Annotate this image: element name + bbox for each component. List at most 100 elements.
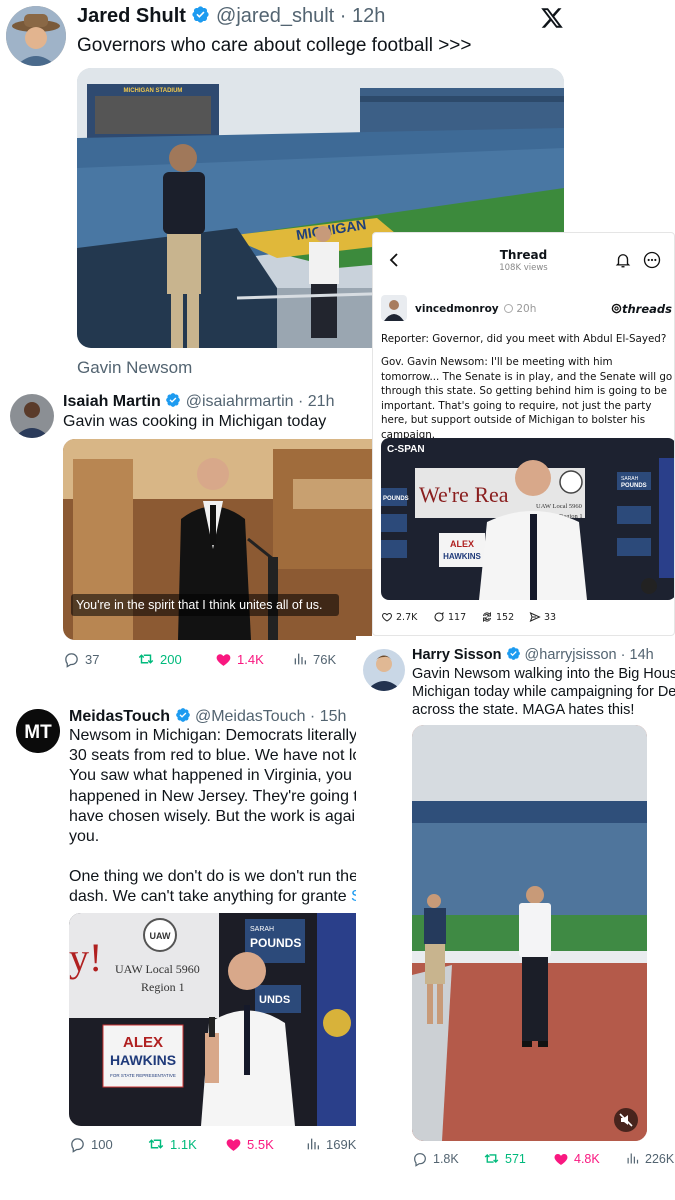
tweet-actions: 100 1.1K 5.5K 169K [69, 1135, 356, 1153]
repost-icon [147, 1135, 165, 1153]
reply-icon [63, 651, 80, 668]
walking-video-frame [412, 725, 647, 1141]
svg-text:UNDS: UNDS [259, 994, 290, 1006]
tweet-text: Gavin was cooking in Michigan today [63, 413, 327, 430]
thread-repost-button[interactable]: 152 [481, 611, 529, 623]
repost-button[interactable]: 200 [137, 650, 215, 668]
views-button[interactable]: 76K [292, 651, 352, 667]
author-name[interactable]: Isaiah Martin [63, 393, 161, 410]
timestamp[interactable]: 21h [308, 393, 335, 410]
uaw-logo-text: UAW [150, 931, 172, 941]
text-line [69, 847, 356, 867]
avatar[interactable]: MT [16, 709, 60, 753]
hawkins-sign-top: ALEX [123, 1034, 163, 1051]
comment-icon [434, 611, 444, 622]
svg-text:POUNDS: POUNDS [383, 496, 409, 502]
hawkins-sign-bottom: HAWKINS [110, 1052, 176, 1068]
author-handle[interactable]: @MeidasTouch [195, 708, 306, 725]
like-icon [215, 651, 232, 668]
thread-share-button[interactable]: 33 [529, 611, 569, 623]
author-handle[interactable]: @jared_shult [216, 5, 334, 27]
repost-button[interactable]: 1.1K [147, 1135, 225, 1153]
author-handle[interactable]: @harryjsisson [525, 647, 617, 663]
thread-like-button[interactable]: 2.7K [381, 611, 433, 623]
rally-photo[interactable]: y! UAW UAW Local 5960 Region 1 SARAH POU… [69, 913, 356, 1126]
avatar[interactable] [10, 394, 54, 438]
more-icon[interactable] [642, 250, 662, 270]
rally-image: y! UAW UAW Local 5960 Region 1 SARAH POU… [69, 913, 356, 1126]
thread-comment-button[interactable]: 117 [433, 611, 481, 623]
timestamp[interactable]: 15h [320, 708, 347, 725]
like-count: 5.5K [247, 1136, 274, 1152]
text-line: across the state. MAGA hates this! [412, 702, 635, 718]
tweet-text: Gavin Newsom walking into the Big House … [412, 665, 675, 719]
timestamp[interactable]: 12h [352, 5, 385, 27]
media-caption: Gavin Newsom [77, 358, 193, 377]
avatar[interactable] [363, 649, 405, 691]
timestamp[interactable]: 14h [630, 647, 654, 663]
verified-badge-icon [165, 392, 181, 408]
threads-logo-icon [611, 303, 622, 314]
text-line: Newsom in Michigan: Democrats literally [69, 727, 356, 744]
mute-icon [619, 1113, 633, 1127]
views-icon [625, 1151, 640, 1166]
avatar-photo [10, 394, 54, 438]
tweet-actions: 1.8K 571 4.8K 226K [412, 1150, 675, 1167]
repost-icon [483, 1150, 500, 1167]
uaw-local-text: UAW Local 5960 [115, 962, 200, 976]
author-name[interactable]: Harry Sisson [412, 647, 501, 663]
reply-count: 100 [91, 1136, 113, 1152]
svg-text:SARAH: SARAH [250, 926, 274, 933]
like-button[interactable]: 5.5K [225, 1136, 305, 1153]
reply-button[interactable]: 37 [63, 651, 137, 668]
author-name[interactable]: Jared Shult [77, 5, 186, 27]
repost-icon [137, 650, 155, 668]
tweet-header: Harry Sisson @harryjsisson · 14h [412, 647, 654, 663]
bell-icon[interactable] [614, 251, 632, 269]
avatar-photo [6, 6, 66, 66]
avatar[interactable] [381, 295, 407, 321]
thread-question: Reporter: Governor, did you meet with Ab… [381, 333, 667, 345]
walking-video[interactable] [412, 725, 647, 1141]
share-icon [529, 612, 541, 622]
cspan-watermark: C-SPAN [387, 444, 425, 455]
thread-username[interactable]: vincedmonroy [415, 303, 499, 315]
thread-video[interactable]: We're Rea UAW Local 5960 Region 1 POUNDS… [381, 438, 674, 600]
text-line: 30 seats from red to blue. We have not l… [69, 747, 356, 765]
mute-button[interactable] [614, 1108, 638, 1132]
svg-text:ALEX: ALEX [450, 539, 474, 549]
speech-video[interactable]: You're in the spirit that I think unites… [63, 439, 372, 640]
svg-text:UAW Local 5960: UAW Local 5960 [536, 503, 582, 510]
author-name[interactable]: MeidasTouch [69, 708, 170, 725]
author-handle[interactable]: @isaiahrmartin [186, 393, 294, 410]
banner-text: We're Rea [419, 482, 509, 507]
repost-button[interactable]: 571 [483, 1150, 553, 1167]
cspan-video-frame: We're Rea UAW Local 5960 Region 1 POUNDS… [381, 438, 674, 600]
view-count: 76K [313, 651, 337, 667]
text-line: Michigan today while campaigning for Dem [412, 684, 675, 700]
scoreboard-label: MICHIGAN STADIUM [124, 88, 183, 94]
like-icon [553, 1151, 569, 1167]
views-button[interactable]: 226K [625, 1151, 675, 1166]
like-button[interactable]: 1.4K [215, 651, 292, 668]
verified-badge-icon [504, 304, 513, 313]
svg-text:FOR STATE REPRESENTATIVE: FOR STATE REPRESENTATIVE [110, 1073, 176, 1078]
view-count: 169K [326, 1136, 356, 1152]
verified-badge-icon [175, 707, 191, 723]
views-icon [305, 1136, 321, 1152]
like-button[interactable]: 4.8K [553, 1151, 625, 1167]
x-logo-icon[interactable] [540, 6, 564, 30]
text-line: Gavin Newsom walking into the Big House [412, 666, 675, 682]
text-line: You saw what happened in Virginia, you s [69, 767, 356, 785]
reply-button[interactable]: 100 [69, 1136, 147, 1153]
tweet-harry-sisson: Harry Sisson @harryjsisson · 14h Gavin N… [356, 636, 675, 1200]
tweet-actions: 37 200 1.4K 76K [63, 650, 352, 668]
views-button[interactable]: 169K [305, 1136, 356, 1152]
text-line: dash. We can't take anything for grante … [69, 887, 356, 907]
reply-button[interactable]: 1.8K [412, 1151, 483, 1167]
avatar[interactable] [6, 6, 66, 66]
verified-badge-icon [191, 5, 210, 24]
text-line: you. [69, 828, 100, 846]
repost-count: 200 [160, 651, 182, 667]
meidastouch-logo-icon: MT [16, 709, 60, 753]
